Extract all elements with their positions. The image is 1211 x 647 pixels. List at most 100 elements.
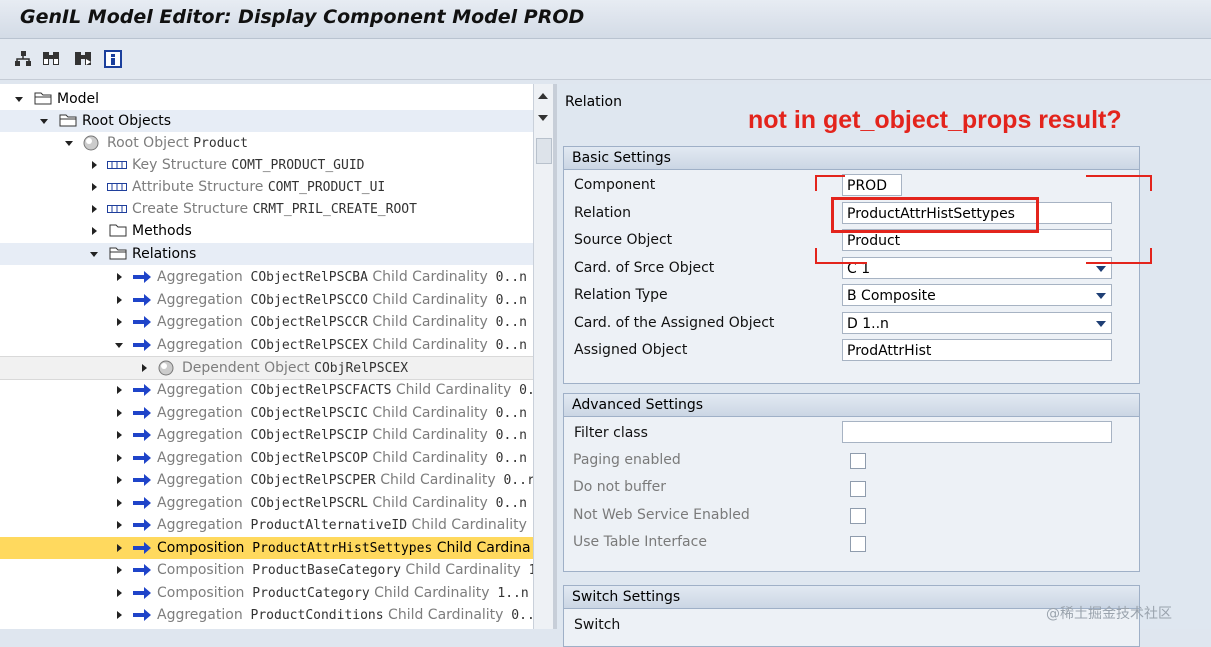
find-next-icon[interactable] <box>73 49 93 69</box>
cardinality-value: 0. <box>511 383 535 398</box>
tree-node-relation[interactable]: Aggregation CObjectRelPSCIP Child Cardin… <box>0 424 533 446</box>
tree-node-root-object[interactable]: Root Object Product <box>0 132 533 154</box>
tree-node-relation[interactable]: Aggregation ProductAlternativeID Child C… <box>0 514 533 536</box>
cardinality-label: Child Cardinality <box>367 449 488 466</box>
tree-node-relation[interactable]: Aggregation CObjectRelPSCCO Child Cardin… <box>0 289 533 311</box>
highlight-box <box>831 197 1039 233</box>
expand-icon[interactable] <box>117 318 122 326</box>
tree-node-relation[interactable]: Aggregation CObjectRelPSCFACTS Child Car… <box>0 379 535 401</box>
expand-icon[interactable] <box>117 588 122 597</box>
component-field[interactable]: PROD <box>842 174 902 196</box>
arrow-right-icon <box>133 564 151 576</box>
node-type: Dependent Object <box>182 360 310 376</box>
tree-scrollbar[interactable] <box>533 84 553 629</box>
node-name: CObjRelPSCEX <box>314 361 409 376</box>
relation-name: ProductConditions <box>242 608 384 623</box>
scroll-up-icon[interactable] <box>538 92 548 100</box>
annotation-line <box>815 175 845 177</box>
tree-node-relation[interactable]: Composition ProductBaseCategory Child Ca… <box>0 559 537 581</box>
paging-checkbox[interactable] <box>850 453 866 469</box>
relation-kind: Aggregation <box>157 517 243 533</box>
table-interface-checkbox[interactable] <box>850 536 866 552</box>
folder-icon <box>109 224 127 237</box>
web-service-checkbox[interactable] <box>850 508 866 524</box>
folder-open-icon <box>34 92 52 105</box>
tree-node-relation[interactable]: Aggregation CObjectRelPSCOP Child Cardin… <box>0 447 533 469</box>
annotation-line <box>1086 262 1152 264</box>
expand-icon[interactable] <box>117 566 122 574</box>
arrow-right-icon <box>133 406 151 419</box>
cardinality-value: 0..n <box>487 450 527 466</box>
arrow-right-icon <box>133 496 151 509</box>
expand-icon[interactable] <box>117 521 122 529</box>
relation-name: ProductBaseCategory <box>244 563 401 578</box>
arrow-right-icon <box>133 451 151 464</box>
field-label: Card. of the Assigned Object <box>574 315 775 331</box>
tree-node-relation[interactable]: Composition ProductCategory Child Cardin… <box>0 582 533 604</box>
relation-type-select[interactable]: B Composite <box>842 284 1112 306</box>
card-src-select[interactable]: C 1 <box>842 257 1112 279</box>
tree-node-relations[interactable]: Relations <box>0 243 533 265</box>
tree-node-methods[interactable]: Methods <box>0 220 533 242</box>
tree-node-relation[interactable]: Aggregation CObjectRelPSCEX Child Cardin… <box>0 334 533 356</box>
relation-kind: Composition <box>157 539 245 556</box>
tree-label: Root Objects <box>82 113 172 129</box>
expand-icon[interactable] <box>117 543 122 552</box>
tree-node-key-structure[interactable]: Key Structure COMT_PRODUCT_GUID <box>0 154 533 176</box>
expand-open-icon[interactable] <box>115 342 123 348</box>
expand-icon[interactable] <box>117 611 122 619</box>
expand-icon[interactable] <box>117 498 122 507</box>
arrow-right-icon <box>133 293 151 306</box>
arrow-right-icon <box>133 609 151 621</box>
panel-title: Basic Settings <box>564 147 1139 170</box>
expand-icon[interactable] <box>117 295 122 304</box>
expand-icon[interactable] <box>117 453 122 462</box>
card-assigned-select[interactable]: D 1..n <box>842 312 1112 334</box>
relation-name: ProductAttrHistSettypes <box>244 540 433 556</box>
cardinality-label: Child Cardinality <box>383 607 504 623</box>
field-label: Switch <box>574 617 621 633</box>
info-icon[interactable] <box>103 49 123 69</box>
tree-node-relation[interactable]: Aggregation CObjectRelPSCRL Child Cardin… <box>0 492 533 514</box>
tree-node-attribute-structure[interactable]: Attribute Structure COMT_PRODUCT_UI <box>0 176 533 198</box>
expand-icon[interactable] <box>117 476 122 484</box>
arrow-right-icon <box>133 519 151 531</box>
assigned-object-field[interactable]: ProdAttrHist <box>842 339 1112 361</box>
node-type: Root Object <box>107 135 189 151</box>
relation-kind: Aggregation <box>157 382 243 398</box>
tree-node-relation[interactable]: Aggregation CObjectRelPSCCR Child Cardin… <box>0 311 533 333</box>
hierarchy-icon[interactable] <box>13 49 33 69</box>
tree-node-create-structure[interactable]: Create Structure CRMT_PRIL_CREATE_ROOT <box>0 198 533 220</box>
relation-name: CObjectRelPSCEX <box>242 337 368 353</box>
annotation-line <box>1150 248 1152 264</box>
expand-icon[interactable] <box>117 431 122 439</box>
cardinality-value: 0..n <box>487 495 527 511</box>
relation-name: CObjectRelPSCOP <box>242 450 368 466</box>
expand-icon[interactable] <box>117 386 122 394</box>
arrow-right-icon <box>133 541 151 554</box>
expand-icon[interactable] <box>117 408 122 417</box>
tree-node-root-objects[interactable]: Root Objects <box>0 110 533 132</box>
tree-node-dependent-object[interactable]: Dependent Object CObjRelPSCEX <box>0 356 533 380</box>
tree-node-relation[interactable]: Aggregation CObjectRelPSCPER Child Cardi… <box>0 469 535 491</box>
tree-node-relation[interactable]: Aggregation CObjectRelPSCBA Child Cardin… <box>0 266 533 288</box>
field-label: Filter class <box>574 425 648 441</box>
folder-open-icon <box>109 247 127 260</box>
relation-kind: Aggregation <box>157 427 243 443</box>
expand-icon[interactable] <box>117 273 122 281</box>
relation-name: ProductAlternativeID <box>242 518 408 533</box>
relation-kind: Composition <box>157 584 245 601</box>
tree-node-relation[interactable]: Aggregation CObjectRelPSCIC Child Cardin… <box>0 402 533 424</box>
tree-node-relation[interactable]: Aggregation ProductConditions Child Card… <box>0 604 535 626</box>
no-buffer-checkbox[interactable] <box>850 481 866 497</box>
tree-node-model[interactable]: Model <box>0 88 533 110</box>
filter-class-field[interactable] <box>842 421 1112 443</box>
scroll-thumb[interactable] <box>536 138 552 164</box>
cardinality-label: Child Cardinality <box>400 562 521 578</box>
scroll-down-icon[interactable] <box>538 114 548 122</box>
node-name: COMT_PRODUCT_UI <box>267 180 386 195</box>
annotation-line <box>1150 175 1152 191</box>
tree-node-relation[interactable]: Composition ProductAttrHistSettypes Chil… <box>0 536 533 559</box>
find-icon[interactable] <box>41 49 61 69</box>
node-name: CRMT_PRIL_CREATE_ROOT <box>252 202 417 217</box>
